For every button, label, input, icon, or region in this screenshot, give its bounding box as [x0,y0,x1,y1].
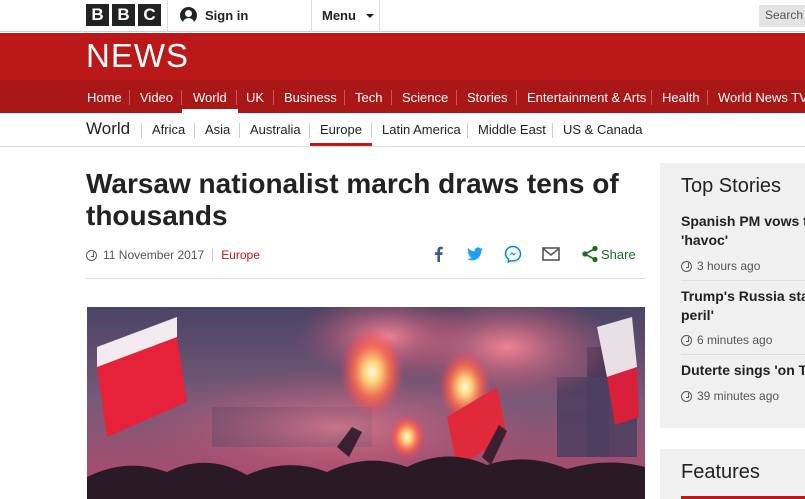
article-image [87,307,645,499]
search-input[interactable]: Search [759,5,805,27]
features-panel: Features [660,449,805,499]
subnav-divider [552,123,553,138]
story-title-line: Spanish PM vows t [681,213,805,229]
subnav-divider [467,123,468,138]
top-stories-title: Top Stories [681,175,782,197]
signin-label: Sign in [205,8,249,23]
divider [311,0,312,32]
top-stories-panel: Top Stories Spanish PM vows t 'havoc' 3 … [660,163,805,428]
subnav-item-asia[interactable]: Asia [205,122,230,137]
subnav-item-middle-east[interactable]: Middle East [478,122,546,137]
nav-item-uk[interactable]: UK [246,80,264,113]
main-nav: Home Video World UK Business Tech Scienc… [0,80,805,113]
nav-item-health[interactable]: Health [662,80,700,113]
nav-item-home[interactable]: Home [87,80,122,113]
twitter-icon[interactable] [466,245,484,263]
section-subnav: World Africa Asia Australia Europe Latin… [0,113,805,147]
logo-letter: C [138,4,161,26]
messenger-icon[interactable] [504,245,522,263]
story-timestamp: 39 minutes ago [681,389,779,403]
story-title-line: peril' [681,307,714,323]
clock-icon [681,260,692,272]
march-photo [87,307,645,499]
logo-letter: B [112,4,135,26]
nav-divider [236,90,237,105]
email-icon[interactable] [542,245,560,263]
share-button[interactable]: Share [601,247,636,262]
clock-icon [681,334,692,346]
signin-button[interactable]: Sign in [180,7,248,24]
nav-item-science[interactable]: Science [402,80,448,113]
article-meta: 11 November 2017 Europe [86,248,260,262]
nav-item-world-news-tv[interactable]: World News TV [718,80,805,113]
menu-button[interactable]: Menu [322,8,374,23]
story-divider [681,280,805,281]
article-date: 11 November 2017 [103,248,205,262]
nav-item-stories[interactable]: Stories [467,80,507,113]
story-time: 6 minutes ago [697,333,773,347]
logo-letter: B [86,4,109,26]
meta-divider-line [86,278,645,279]
subnav-divider [194,123,195,138]
clock-icon [681,390,692,402]
nav-item-entertainment[interactable]: Entertainment & Arts [527,80,646,113]
meta-divider [212,248,214,262]
subnav-divider [239,123,240,138]
story-link[interactable]: Spanish PM vows t 'havoc' [681,212,805,250]
facebook-icon[interactable] [430,245,448,263]
story-time: 3 hours ago [697,259,761,273]
subnav-item-us-canada[interactable]: US & Canada [563,122,643,137]
subnav-divider [141,123,142,138]
news-logo[interactable]: NEWS [86,37,189,75]
features-title: Features [681,461,760,483]
user-icon [180,7,197,24]
nav-divider [707,90,708,105]
bbc-top-bar: B B C Sign in Menu Search [0,0,805,32]
chevron-down-icon [365,13,374,18]
story-timestamp: 6 minutes ago [681,333,772,347]
subnav-divider [371,123,372,138]
menu-label: Menu [322,8,356,23]
story-title-line: Trump's Russia sta [681,288,805,304]
bbc-logo[interactable]: B B C [86,4,161,26]
nav-divider [129,90,130,105]
clock-icon [86,249,97,261]
nav-divider [391,90,392,105]
subnav-item-africa[interactable]: Africa [152,122,185,137]
nav-divider [344,90,345,105]
section-title[interactable]: World [86,119,130,139]
nav-item-business[interactable]: Business [284,80,337,113]
divider [379,0,380,32]
story-link[interactable]: Trump's Russia sta peril' [681,287,805,325]
news-banner: NEWS [0,33,805,80]
nav-divider [456,90,457,105]
story-title-line: Duterte sings 'on T [681,362,805,378]
divider [167,0,168,32]
story-title-line: 'havoc' [681,232,729,248]
article-section-link[interactable]: Europe [221,248,260,262]
nav-item-tech[interactable]: Tech [355,80,382,113]
story-time: 39 minutes ago [697,389,780,403]
subnav-item-australia[interactable]: Australia [250,122,301,137]
story-link[interactable]: Duterte sings 'on T [681,361,805,380]
nav-divider [273,90,274,105]
story-timestamp: 3 hours ago [681,259,760,273]
share-icon[interactable] [581,245,599,263]
nav-divider [651,90,652,105]
nav-item-video[interactable]: Video [140,80,173,113]
subnav-item-europe[interactable]: Europe [310,122,372,146]
story-divider [681,354,805,355]
nav-divider [516,90,517,105]
nav-item-world[interactable]: World [182,80,238,113]
subnav-item-latin-america[interactable]: Latin America [382,122,461,137]
article-headline: Warsaw nationalist march draws tens of t… [86,168,619,231]
